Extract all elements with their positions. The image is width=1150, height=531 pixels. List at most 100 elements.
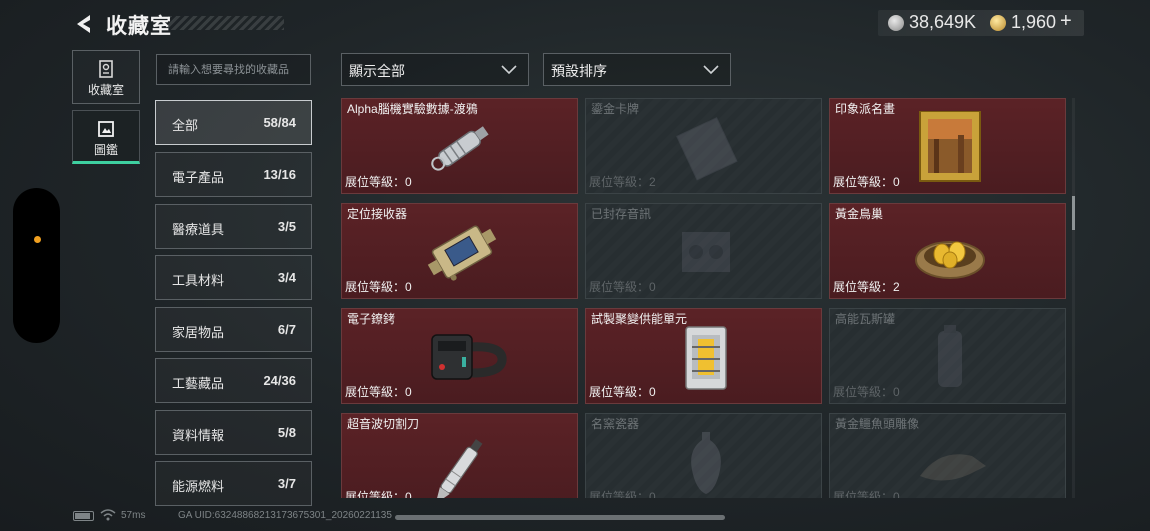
category-electronics[interactable]: 電子產品 13/16 <box>155 152 312 197</box>
item-name: 已封存音訊 <box>591 207 652 221</box>
category-crafts[interactable]: 工藝藏品 24/36 <box>155 358 312 403</box>
header: 收藏室 38,649K 1,960 + <box>0 0 1150 48</box>
notification-dot <box>34 236 41 243</box>
display-filter-dropdown[interactable]: 顯示全部 <box>341 53 529 86</box>
display-level: 展位等級：0 <box>589 490 656 498</box>
tab-collection-room[interactable]: 收藏室 <box>72 50 140 104</box>
item-name: 黃金鳥巢 <box>835 207 884 221</box>
category-count: 5/8 <box>277 425 296 440</box>
page-title: 收藏室 <box>106 15 172 38</box>
display-level: 展位等級：0 <box>589 385 656 399</box>
category-name: 電子產品 <box>172 170 225 185</box>
tab-catalog[interactable]: 圖鑑 <box>72 110 140 164</box>
locator-receiver-icon <box>427 225 497 281</box>
display-level: 展位等級：0 <box>345 385 412 399</box>
category-all[interactable]: 全部 58/84 <box>155 100 312 145</box>
item-name: 電子鐐銬 <box>347 312 396 326</box>
gilded-card-icon <box>676 117 738 181</box>
side-dock[interactable] <box>13 188 60 343</box>
item-name: 名窯瓷器 <box>591 417 640 431</box>
display-level: 展位等級：0 <box>833 385 900 399</box>
category-medical[interactable]: 醫療道具 3/5 <box>155 204 312 249</box>
search-box[interactable] <box>156 54 311 85</box>
silver-balance: 38,649K <box>909 12 977 32</box>
horizontal-scroll-indicator <box>395 515 725 520</box>
category-count: 58/84 <box>263 115 296 130</box>
collection-card[interactable]: 試製聚變供能單元 展位等級：0 <box>585 308 822 404</box>
category-count: 3/4 <box>277 270 296 285</box>
collection-card[interactable]: 印象派名畫 展位等級：0 <box>829 98 1066 194</box>
golden-nest-icon <box>915 241 985 279</box>
item-name: 高能瓦斯罐 <box>835 312 896 326</box>
category-name: 醫療道具 <box>172 222 225 237</box>
collection-card[interactable]: 超音波切割刀 展位等級：0 <box>341 413 578 498</box>
gold-coin-icon <box>990 15 1006 31</box>
collection-card-locked[interactable]: 已封存音訊 展位等級：0 <box>585 203 822 299</box>
back-icon[interactable] <box>70 10 98 38</box>
silver-coin-icon <box>888 15 904 31</box>
item-name: 超音波切割刀 <box>347 417 420 431</box>
tab-label: 圖鑑 <box>93 143 118 157</box>
framed-painting-icon <box>919 111 981 182</box>
collection-card[interactable]: 定位接收器 展位等級：0 <box>341 203 578 299</box>
category-name: 家居物品 <box>172 325 225 340</box>
collection-card-locked[interactable]: 名窯瓷器 展位等級：0 <box>585 413 822 498</box>
category-count: 6/7 <box>277 322 296 337</box>
display-level: 展位等級：0 <box>345 175 412 189</box>
ping-value: 57ms <box>121 510 146 521</box>
grid-scrollbar-thumb[interactable] <box>1072 196 1075 230</box>
status-footer: 57ms GA UID:632488682131736753​01_202602… <box>0 505 1150 531</box>
sort-dropdown[interactable]: 預設排序 <box>543 53 731 86</box>
item-name: 定位接收器 <box>347 207 408 221</box>
collection-card-locked[interactable]: 高能瓦斯罐 展位等級：0 <box>829 308 1066 404</box>
tab-label: 收藏室 <box>87 83 124 97</box>
collection-card[interactable]: 電子鐐銬 展位等級：0 <box>341 308 578 404</box>
display-level: 展位等級：0 <box>345 280 412 294</box>
ultrasonic-cutter-icon <box>435 439 483 498</box>
display-level: 展位等級：2 <box>833 280 900 294</box>
category-count: 3/5 <box>277 219 296 234</box>
category-tools[interactable]: 工具材料 3/4 <box>155 255 312 300</box>
display-level: 展位等級：2 <box>589 175 656 189</box>
category-name: 資料情報 <box>172 428 225 443</box>
grid-scrollbar-track[interactable] <box>1072 98 1075 498</box>
item-name: 印象派名畫 <box>835 102 896 116</box>
category-count: 3/7 <box>277 476 296 491</box>
category-household[interactable]: 家居物品 6/7 <box>155 307 312 352</box>
display-filter-value: 顯示全部 <box>349 63 405 79</box>
collection-card-locked[interactable]: 鎏金卡牌 展位等級：2 <box>585 98 822 194</box>
title-decoration <box>168 16 284 30</box>
category-name: 全部 <box>172 118 199 133</box>
currency-bar: 38,649K 1,960 + <box>878 10 1084 36</box>
chevron-down-icon <box>703 65 719 75</box>
category-intel[interactable]: 資料情報 5/8 <box>155 410 312 455</box>
fusion-cell-icon <box>685 326 727 390</box>
display-level: 展位等級：0 <box>345 490 412 498</box>
chevron-down-icon <box>501 65 517 75</box>
porcelain-vase-icon <box>691 432 721 494</box>
add-currency-button[interactable]: + <box>1060 10 1072 33</box>
category-count: 24/36 <box>263 373 296 388</box>
gas-canister-icon <box>938 325 962 387</box>
gold-croc-statue-icon <box>920 454 986 481</box>
search-input[interactable] <box>157 55 310 84</box>
item-name: 鎏金卡牌 <box>591 102 640 116</box>
collection-card-locked[interactable]: 黃金鱷魚頭雕像 展位等級：0 <box>829 413 1066 498</box>
gold-balance: 1,960 <box>1011 12 1057 32</box>
sealed-audio-icon <box>682 232 730 272</box>
category-name: 工具材料 <box>172 273 225 288</box>
category-count: 13/16 <box>263 167 296 182</box>
electronic-shackle-icon <box>431 334 507 380</box>
collection-grid: Alpha腦機實驗數據-渡鴉 展位等級：0 鎏金卡牌 展位等級：2 印象派名畫 <box>340 98 1070 498</box>
category-name: 能源燃料 <box>172 479 225 494</box>
data-drive-icon <box>431 126 489 171</box>
display-level: 展位等級：0 <box>589 280 656 294</box>
sort-value: 預設排序 <box>551 63 607 79</box>
battery-icon <box>73 511 94 521</box>
display-level: 展位等級：0 <box>833 490 900 498</box>
collection-card[interactable]: 黃金鳥巢 展位等級：2 <box>829 203 1066 299</box>
category-energy[interactable]: 能源燃料 3/7 <box>155 461 312 506</box>
collection-card[interactable]: Alpha腦機實驗數據-渡鴉 展位等級：0 <box>341 98 578 194</box>
wifi-icon <box>100 509 116 521</box>
collection-room-icon <box>99 60 113 78</box>
